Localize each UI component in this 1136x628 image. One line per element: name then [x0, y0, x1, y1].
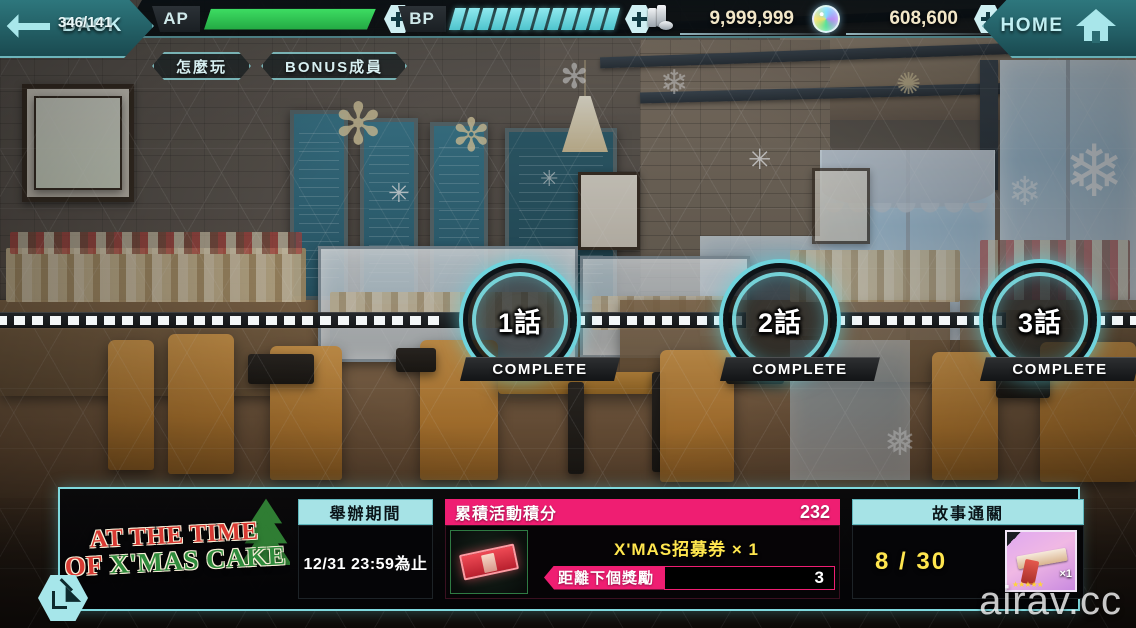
event-points-panel: 累積活動積分 232 X'MAS招募券 × 1 距離下個獎勵 3 [445, 499, 840, 599]
top-header-bar: BACK AP 346/141 BP 9,999,999 608,600 HOM… [0, 0, 1136, 58]
bp-label: BP [398, 6, 446, 32]
share-export-icon [52, 578, 74, 609]
home-button[interactable]: HOME [982, 0, 1136, 58]
story-clear-panel: 故事通關 8 / 30 ★★★★★ ×1 [852, 499, 1084, 599]
gold-currency[interactable]: 9,999,999 [646, 2, 830, 36]
reward-item-cell[interactable] [450, 530, 528, 594]
home-button-label: HOME [1000, 15, 1064, 36]
red-ticket-icon [458, 543, 520, 581]
story-reward-qty: ×1 [1059, 568, 1072, 580]
event-points-body: X'MAS招募券 × 1 距離下個獎勵 3 [445, 525, 840, 599]
next-reward-value: 3 [664, 565, 835, 590]
next-reward-row: 距離下個獎勵 3 [544, 565, 835, 590]
gem-currency[interactable]: 608,600 [812, 2, 1002, 36]
ap-label: AP [152, 6, 200, 32]
game-screen: ✻ ✼ ✳ ✳ ✻ ✳ ❄ ❄ ❄ ❅ ✺ ❄ 1話 [0, 0, 1136, 628]
event-info-bar: AT THE TIME OF X'MAS CAKE 舉辦期間 12/31 23:… [58, 487, 1084, 611]
episode-node-3-label: 3話 [1017, 307, 1063, 338]
bp-meter: BP [398, 4, 653, 34]
episode-node-1-label: 1話 [497, 307, 543, 338]
gold-amount: 9,999,999 [709, 8, 794, 29]
card-rarity-stars: ★★★★★ [1012, 580, 1044, 589]
tab-bonus-members-label: BONUS成員 [285, 58, 384, 76]
event-logo-text: AT THE TIME OF X'MAS CAKE [63, 517, 287, 582]
story-clear-body: 8 / 30 ★★★★★ ×1 [852, 525, 1084, 599]
left-arrow-icon [10, 15, 50, 37]
episode-node-2-status: COMPLETE [720, 357, 880, 381]
story-clear-title: 故事通關 [852, 499, 1084, 525]
event-points-header: 累積活動積分 232 [445, 499, 840, 525]
event-points-title: 累積活動積分 [455, 506, 558, 523]
event-period-title: 舉辦期間 [298, 499, 433, 525]
event-points-detail: X'MAS招募券 × 1 距離下個獎勵 3 [532, 526, 839, 598]
status-text: COMPLETE [1012, 361, 1108, 378]
tab-how-to-play-label: 怎麼玩 [176, 58, 228, 76]
bp-pips [448, 8, 621, 30]
gem-amount: 608,600 [889, 8, 958, 29]
episode-node-2-label: 2話 [757, 307, 803, 338]
episode-node-3-status: COMPLETE [980, 357, 1136, 381]
path-segment-left [0, 312, 462, 328]
episode-node-1-status: COMPLETE [460, 357, 620, 381]
ap-value: 346/141 [58, 14, 113, 31]
gem-underline [846, 33, 996, 35]
event-period-value: 12/31 23:59為止 [298, 525, 433, 599]
ap-meter: AP [152, 4, 412, 34]
reward-text: X'MAS招募券 × 1 [614, 539, 759, 559]
story-clear-value: 8 / 30 [875, 548, 948, 575]
event-period-panel: 舉辦期間 12/31 23:59為止 [298, 499, 433, 599]
status-text: COMPLETE [492, 361, 588, 378]
home-icon [1075, 9, 1116, 43]
event-points-value: 232 [799, 501, 830, 522]
ap-bar-fill [204, 9, 376, 30]
next-reward-label: 距離下個獎勵 [544, 565, 665, 590]
event-logo: AT THE TIME OF X'MAS CAKE [60, 489, 290, 609]
coin-stack-icon [646, 5, 676, 33]
path-segment-2-3 [830, 312, 1006, 328]
gem-orb-icon [812, 5, 840, 33]
path-segment-1-2 [570, 312, 746, 328]
status-text: COMPLETE [752, 361, 848, 378]
pistol-card-icon[interactable]: ★★★★★ ×1 [1005, 530, 1077, 592]
gold-underline [680, 33, 830, 35]
